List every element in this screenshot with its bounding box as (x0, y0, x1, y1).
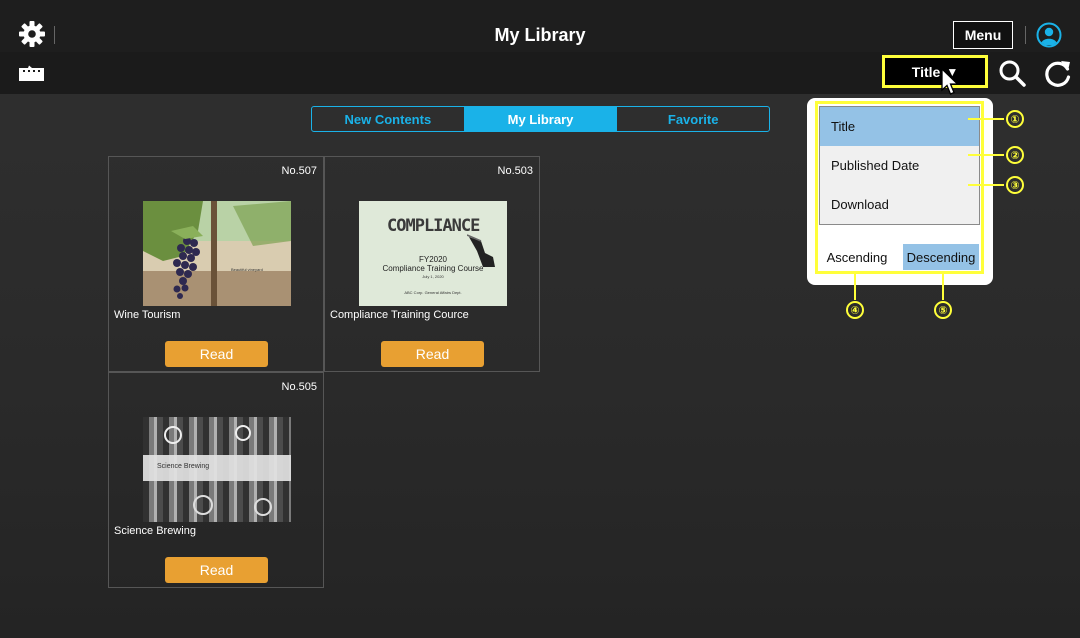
content-thumbnail[interactable]: Science Brewing (143, 417, 291, 522)
content-title: Science Brewing (114, 525, 196, 537)
read-button[interactable]: Read (381, 341, 484, 367)
menu-button[interactable]: Menu (953, 21, 1013, 49)
cursor-icon (941, 68, 960, 95)
read-button[interactable]: Read (165, 557, 268, 583)
callout-badge: ⑤ (934, 301, 952, 319)
content-title: Wine Tourism (114, 309, 181, 321)
tab-new-contents[interactable]: New Contents (312, 107, 464, 131)
search-icon[interactable] (998, 59, 1026, 87)
content-thumbnail[interactable]: COMPLIANCE FY2020 Compliance Training Co… (359, 201, 507, 306)
content-number: No.503 (497, 165, 533, 177)
read-button[interactable]: Read (165, 341, 268, 367)
page-title: My Library (494, 25, 586, 45)
callout-line (968, 154, 1004, 156)
callout-line (968, 118, 1004, 120)
callout-badge: ④ (846, 301, 864, 319)
content-number: No.505 (281, 381, 317, 393)
refresh-icon[interactable] (1043, 58, 1073, 88)
callout-line (854, 272, 856, 300)
content-card[interactable]: No.507 Beautiful vineyard Wine Tourism R… (108, 156, 324, 372)
thumbnail-line: Compliance Training Course (382, 264, 484, 273)
ascending-button[interactable]: Ascending (821, 244, 893, 270)
sort-popup: Title Published Date Download Ascending … (807, 98, 993, 285)
thumbnail-footer: ABC Corp. General Affairs Dept. (404, 290, 462, 295)
vineyard-image (143, 201, 291, 306)
user-icon[interactable] (1036, 22, 1062, 48)
callout-line (968, 184, 1004, 186)
thumbnail-line: FY2020 (418, 255, 448, 264)
content-tabs: New Contents My Library Favorite (311, 106, 770, 132)
tab-my-library[interactable]: My Library (463, 107, 617, 131)
folder-icon[interactable] (19, 65, 44, 81)
callout-line (942, 272, 944, 300)
content-card[interactable]: No.505 Science Brewing Science Brewing R… (108, 372, 324, 588)
sort-button[interactable]: Title ▼ (882, 55, 988, 88)
content-title: Compliance Training Cource (330, 309, 469, 321)
sort-option-title[interactable]: Title (820, 107, 979, 146)
thumbnail-caption: Science Brewing (157, 463, 210, 470)
sort-option-list: Title Published Date Download (819, 106, 980, 225)
thumbnail-date: July 1, 2020 (422, 274, 444, 279)
sort-label: Title (911, 63, 941, 80)
callout-badge: ② (1006, 146, 1024, 164)
sort-option-published-date[interactable]: Published Date (820, 146, 979, 185)
header-divider (1025, 26, 1026, 44)
tab-favorite[interactable]: Favorite (616, 107, 769, 131)
content-card[interactable]: No.503 COMPLIANCE FY2020 Compliance Trai… (324, 156, 540, 372)
content-thumbnail[interactable]: Beautiful vineyard (143, 201, 291, 306)
callout-badge: ① (1006, 110, 1024, 128)
sort-option-download[interactable]: Download (820, 185, 979, 224)
thumbnail-caption: Beautiful vineyard (231, 267, 263, 272)
descending-button[interactable]: Descending (903, 244, 979, 270)
content-number: No.507 (281, 165, 317, 177)
thumbnail-heading: COMPLIANCE (387, 216, 480, 236)
callout-badge: ③ (1006, 176, 1024, 194)
